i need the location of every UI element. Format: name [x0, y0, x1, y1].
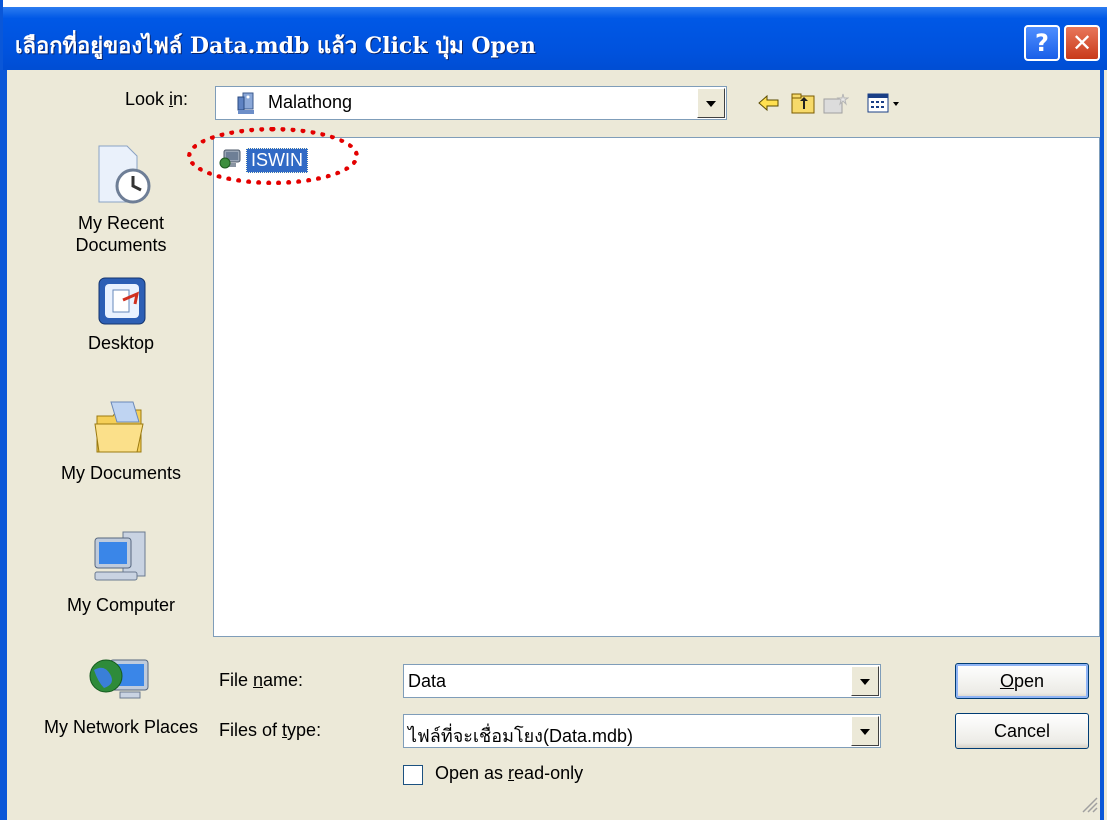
file-list[interactable]: ISWIN: [213, 137, 1100, 637]
place-label: My Network Places: [43, 717, 199, 737]
network-computer-icon: [218, 146, 244, 175]
desktop-icon: [41, 274, 201, 328]
place-network[interactable]: My Network Places: [41, 648, 201, 738]
place-my-documents[interactable]: My Documents: [41, 398, 201, 484]
my-documents-icon: [41, 398, 201, 458]
recent-documents-icon: [41, 142, 201, 208]
new-folder-icon[interactable]: [821, 89, 849, 117]
my-computer-icon: [41, 528, 201, 590]
network-computer-icon: [234, 91, 260, 122]
file-item-label: ISWIN: [246, 147, 308, 173]
list-item[interactable]: ISWIN: [218, 146, 308, 174]
lookin-label: Look in:: [125, 89, 189, 109]
resize-grip-icon[interactable]: [1080, 795, 1098, 813]
network-places-icon: [41, 648, 201, 712]
place-recent-documents[interactable]: My Recent Documents: [41, 142, 201, 256]
chevron-down-icon[interactable]: [697, 88, 725, 118]
file-type-dropdown[interactable]: ไฟล์ที่จะเชื่อมโยง(Data.mdb): [403, 714, 881, 748]
place-label: My Documents: [60, 463, 182, 483]
readonly-checkbox[interactable]: [403, 765, 423, 785]
cancel-button[interactable]: Cancel: [955, 713, 1089, 749]
up-folder-icon[interactable]: [789, 89, 817, 117]
place-label: My Computer: [66, 595, 176, 615]
place-my-computer[interactable]: My Computer: [41, 528, 201, 616]
file-type-value: ไฟล์ที่จะเชื่อมโยง(Data.mdb): [408, 726, 633, 746]
readonly-label[interactable]: Open as read-only: [435, 763, 583, 784]
file-name-value: Data: [408, 671, 447, 691]
window-title: เลือกที่อยู่ของไฟล์ Data.mdb แล้ว Click …: [15, 33, 536, 59]
place-label: My Recent Documents: [75, 213, 167, 255]
chevron-down-icon[interactable]: [851, 666, 879, 696]
close-button[interactable]: ✕: [1064, 25, 1100, 61]
file-name-input[interactable]: Data: [403, 664, 881, 698]
place-label: Desktop: [87, 333, 155, 353]
back-arrow-icon[interactable]: [755, 89, 783, 117]
open-file-dialog: เลือกที่อยู่ของไฟล์ Data.mdb แล้ว Click …: [0, 0, 1107, 820]
open-button[interactable]: Open: [955, 663, 1089, 699]
lookin-dropdown[interactable]: Malathong: [215, 86, 727, 120]
help-button[interactable]: ?: [1024, 25, 1060, 61]
lookin-value: Malathong: [268, 92, 353, 112]
chevron-down-icon[interactable]: [851, 716, 879, 746]
place-desktop[interactable]: Desktop: [41, 274, 201, 354]
file-type-label: Files of type:: [219, 720, 322, 740]
file-name-label: File name:: [219, 670, 304, 690]
view-menu-icon[interactable]: [863, 89, 907, 117]
